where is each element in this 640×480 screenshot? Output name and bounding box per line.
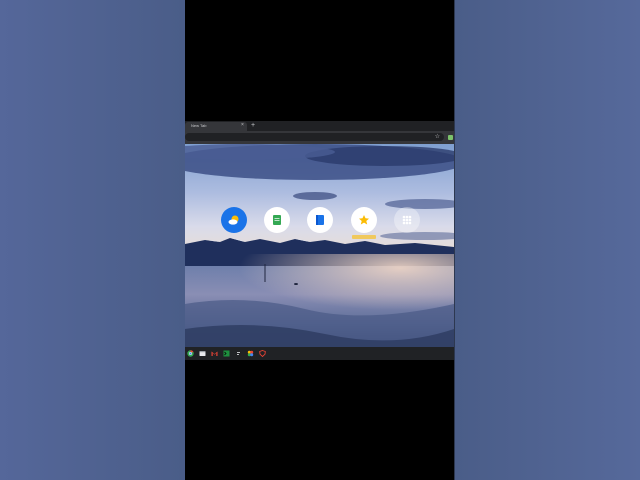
bookmarks-app-icon[interactable] bbox=[351, 207, 377, 233]
text-icon[interactable] bbox=[235, 350, 242, 357]
bookmarks-icon bbox=[359, 215, 369, 225]
weather-app-icon[interactable] bbox=[221, 207, 247, 233]
screen-recording: New Tab × + ☆ bbox=[185, 121, 454, 360]
tab-title: New Tab bbox=[191, 123, 207, 128]
docs-icon bbox=[316, 215, 324, 225]
extension-icon[interactable] bbox=[448, 135, 453, 140]
video-frame: New Tab × + ☆ bbox=[185, 0, 454, 480]
apps-grid-icon bbox=[402, 215, 412, 225]
files-icon[interactable] bbox=[199, 350, 206, 357]
chrome-icon[interactable] bbox=[187, 350, 194, 357]
docs-app-icon[interactable] bbox=[307, 207, 333, 233]
app-drawer-button[interactable] bbox=[394, 207, 420, 233]
browser-tab[interactable]: New Tab × bbox=[185, 122, 247, 131]
browser-toolbar: ☆ bbox=[185, 131, 454, 144]
bookmark-star-icon[interactable]: ☆ bbox=[435, 133, 440, 141]
bookmarks-app-label-bar bbox=[352, 235, 376, 239]
terminal-icon[interactable] bbox=[223, 350, 230, 357]
address-bar[interactable]: ☆ bbox=[185, 133, 444, 141]
taskbar bbox=[185, 347, 454, 360]
photos-icon[interactable] bbox=[247, 350, 254, 357]
new-tab-button[interactable]: + bbox=[251, 121, 255, 130]
app-launcher-row bbox=[185, 144, 454, 347]
gmail-icon[interactable] bbox=[211, 350, 218, 357]
tab-close-icon[interactable]: × bbox=[241, 122, 244, 128]
antivirus-icon[interactable] bbox=[259, 350, 266, 357]
notes-app-icon[interactable] bbox=[264, 207, 290, 233]
wallpaper bbox=[185, 144, 454, 347]
notes-icon bbox=[273, 215, 281, 225]
tab-bar: New Tab × + bbox=[185, 121, 454, 131]
weather-icon bbox=[228, 215, 239, 225]
